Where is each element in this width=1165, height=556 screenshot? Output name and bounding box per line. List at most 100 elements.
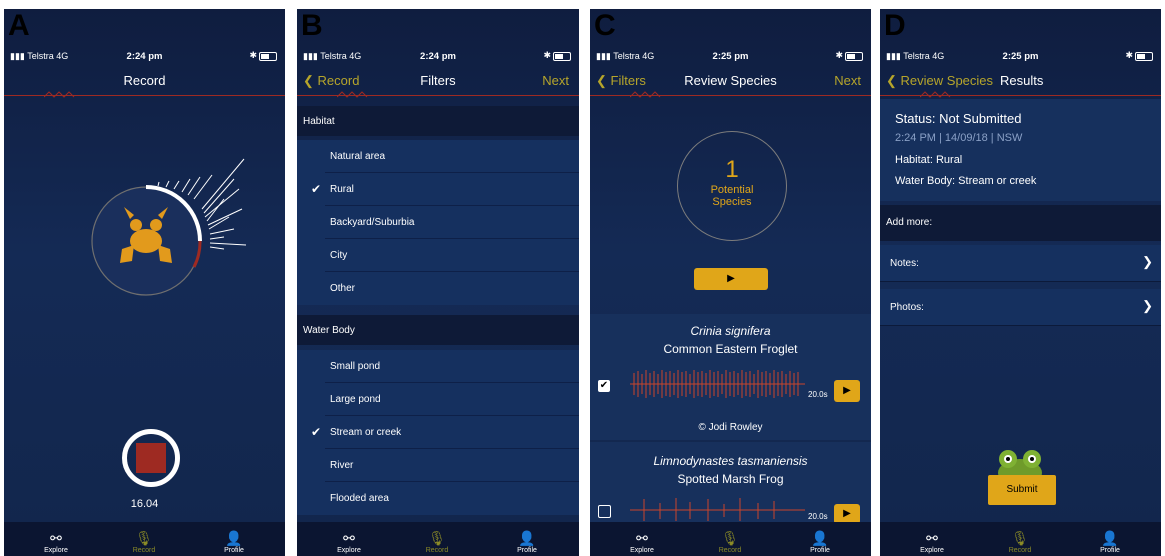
habitat-summary: Habitat: Rural bbox=[895, 154, 963, 166]
panel-label-a: A bbox=[8, 9, 30, 42]
panel-label-b: B bbox=[301, 9, 323, 42]
filter-option[interactable]: Large pond bbox=[297, 383, 579, 416]
filter-option[interactable]: Natural area bbox=[297, 140, 579, 173]
tab-record[interactable]: 🎙 Record bbox=[700, 529, 760, 554]
waveform-decoration bbox=[920, 91, 951, 98]
potential-species-circle: 1 Potential Species bbox=[677, 131, 787, 241]
section-header-habitat: Habitat bbox=[297, 106, 579, 136]
page-title: Filters bbox=[420, 73, 456, 88]
microphone-icon: 🎙 bbox=[1011, 530, 1029, 546]
checkmark-icon: ✔ bbox=[599, 380, 609, 391]
spectrogram-waveform bbox=[630, 370, 805, 398]
status-bar: ▮▮▮ Telstra 4G 2:25 pm ✱ bbox=[880, 49, 1161, 65]
recording-visualizer bbox=[91, 158, 247, 296]
status-time: 2:25 pm bbox=[1002, 51, 1039, 62]
common-name: Common Eastern Froglet bbox=[663, 342, 798, 356]
bluetooth-icon: ✱ bbox=[249, 50, 257, 60]
microphone-icon: 🎙 bbox=[135, 530, 153, 546]
page-title: Review Species bbox=[684, 73, 777, 88]
panel-label-c: C bbox=[594, 9, 616, 42]
tab-profile[interactable]: 👤 Profile bbox=[204, 529, 264, 554]
tab-explore[interactable]: ⚯ Explore bbox=[902, 529, 962, 554]
status-bar: ▮▮▮ Telstra 4G 2:24 pm ✱ bbox=[4, 49, 285, 65]
filter-option[interactable]: City bbox=[297, 239, 579, 272]
person-icon: 👤 bbox=[1101, 530, 1119, 546]
status-bar: ▮▮▮ Telstra 4G 2:25 pm ✱ bbox=[590, 49, 871, 65]
submission-summary-card: Status: Not Submitted 2:24 PM | 14/09/18… bbox=[880, 99, 1161, 201]
status-time: 2:24 pm bbox=[126, 51, 163, 62]
checkmark-icon: ✔ bbox=[311, 425, 322, 439]
species-checkbox[interactable]: ✔ bbox=[598, 380, 610, 392]
tab-explore[interactable]: ⚯ Explore bbox=[319, 529, 379, 554]
binoculars-icon: ⚯ bbox=[343, 530, 355, 546]
microphone-icon: 🎙 bbox=[721, 530, 739, 546]
filter-option[interactable]: River bbox=[297, 449, 579, 482]
panel-c: C ▮▮▮ Telstra 4G 2:25 pm ✱ ❮ Filters Rev… bbox=[590, 9, 871, 556]
duration-label: 20.0s bbox=[808, 390, 828, 399]
scientific-name: Crinia signifera bbox=[690, 324, 771, 338]
tab-record[interactable]: 🎙 Record bbox=[990, 529, 1050, 554]
filter-option[interactable]: Backyard/Suburbia bbox=[297, 206, 579, 239]
species-card: Limnodynastes tasmaniensis Spotted Marsh… bbox=[590, 442, 871, 524]
record-stop-button[interactable] bbox=[122, 429, 180, 487]
bluetooth-icon: ✱ bbox=[543, 50, 551, 60]
chevron-right-icon: ❯ bbox=[1142, 298, 1153, 313]
play-icon: ▶ bbox=[843, 385, 851, 396]
water-body-summary: Water Body: Stream or creek bbox=[895, 175, 1037, 187]
person-icon: 👤 bbox=[518, 530, 536, 546]
page-title: Record bbox=[123, 73, 166, 88]
play-button[interactable]: ▶ bbox=[834, 380, 860, 402]
next-button[interactable]: Next bbox=[542, 73, 569, 88]
filter-option[interactable]: Other bbox=[297, 272, 579, 305]
tab-record[interactable]: 🎙 Record bbox=[114, 529, 174, 554]
nav-divider bbox=[297, 95, 579, 96]
tab-profile[interactable]: 👤 Profile bbox=[790, 529, 850, 554]
filter-option[interactable]: ✔ Stream or creek bbox=[297, 416, 579, 449]
species-checkbox[interactable] bbox=[598, 505, 611, 518]
tab-explore[interactable]: ⚯ Explore bbox=[612, 529, 672, 554]
spectrogram-waveform bbox=[630, 498, 805, 521]
recording-timer: 16.04 bbox=[130, 498, 159, 510]
tab-profile[interactable]: 👤 Profile bbox=[497, 529, 557, 554]
chevron-left-icon: ❮ bbox=[886, 73, 897, 88]
filter-option[interactable]: ✔ Rural bbox=[297, 173, 579, 206]
play-icon: ▶ bbox=[843, 508, 851, 519]
nav-divider bbox=[880, 95, 1161, 96]
nav-divider bbox=[4, 95, 285, 96]
status-bar: ▮▮▮ Telstra 4G 2:24 pm ✱ bbox=[297, 49, 579, 65]
tab-bar: ⚯ Explore 🎙 Record 👤 Profile bbox=[590, 522, 871, 556]
photos-row[interactable]: Photos: ❯ bbox=[880, 289, 1161, 326]
panel-b: B ▮▮▮ Telstra 4G 2:24 pm ✱ ❮ Record Filt… bbox=[297, 9, 579, 556]
tab-record[interactable]: 🎙 Record bbox=[407, 529, 467, 554]
submit-button[interactable]: Submit bbox=[988, 475, 1056, 505]
microphone-icon: 🎙 bbox=[428, 530, 446, 546]
submission-datetime: 2:24 PM | 14/09/18 | NSW bbox=[895, 132, 1023, 144]
tab-explore[interactable]: ⚯ Explore bbox=[26, 529, 86, 554]
add-more-header: Add more: bbox=[880, 205, 1161, 241]
battery-icon bbox=[553, 52, 571, 61]
binoculars-icon: ⚯ bbox=[636, 530, 648, 546]
tab-bar: ⚯ Explore 🎙 Record 👤 Profile bbox=[880, 522, 1161, 556]
back-button[interactable]: ❮ Review Species bbox=[886, 73, 993, 89]
battery-icon bbox=[259, 52, 277, 61]
tab-profile[interactable]: 👤 Profile bbox=[1080, 529, 1140, 554]
play-all-button[interactable]: ▶ bbox=[694, 268, 768, 290]
notes-row[interactable]: Notes: ❯ bbox=[880, 245, 1161, 282]
person-icon: 👤 bbox=[811, 530, 829, 546]
page-title: Results bbox=[1000, 73, 1044, 88]
panel-label-d: D bbox=[884, 9, 906, 42]
waveform-decoration bbox=[44, 91, 75, 98]
bluetooth-icon: ✱ bbox=[1125, 50, 1133, 60]
filter-option[interactable]: Small pond bbox=[297, 350, 579, 383]
tab-bar: ⚯ Explore 🎙 Record 👤 Profile bbox=[4, 522, 285, 556]
binoculars-icon: ⚯ bbox=[926, 530, 938, 546]
checkmark-icon: ✔ bbox=[311, 182, 322, 196]
play-icon: ▶ bbox=[727, 273, 735, 284]
waveform-decoration bbox=[630, 91, 661, 98]
scientific-name: Limnodynastes tasmaniensis bbox=[653, 454, 808, 468]
next-button[interactable]: Next bbox=[834, 73, 861, 88]
filter-option[interactable]: Flooded area bbox=[297, 482, 579, 515]
panel-a: A ▮▮▮ Telstra 4G 2:24 pm ✱ Record 16.04 … bbox=[4, 9, 285, 556]
common-name: Spotted Marsh Frog bbox=[677, 472, 784, 486]
play-button[interactable]: ▶ bbox=[834, 504, 860, 524]
